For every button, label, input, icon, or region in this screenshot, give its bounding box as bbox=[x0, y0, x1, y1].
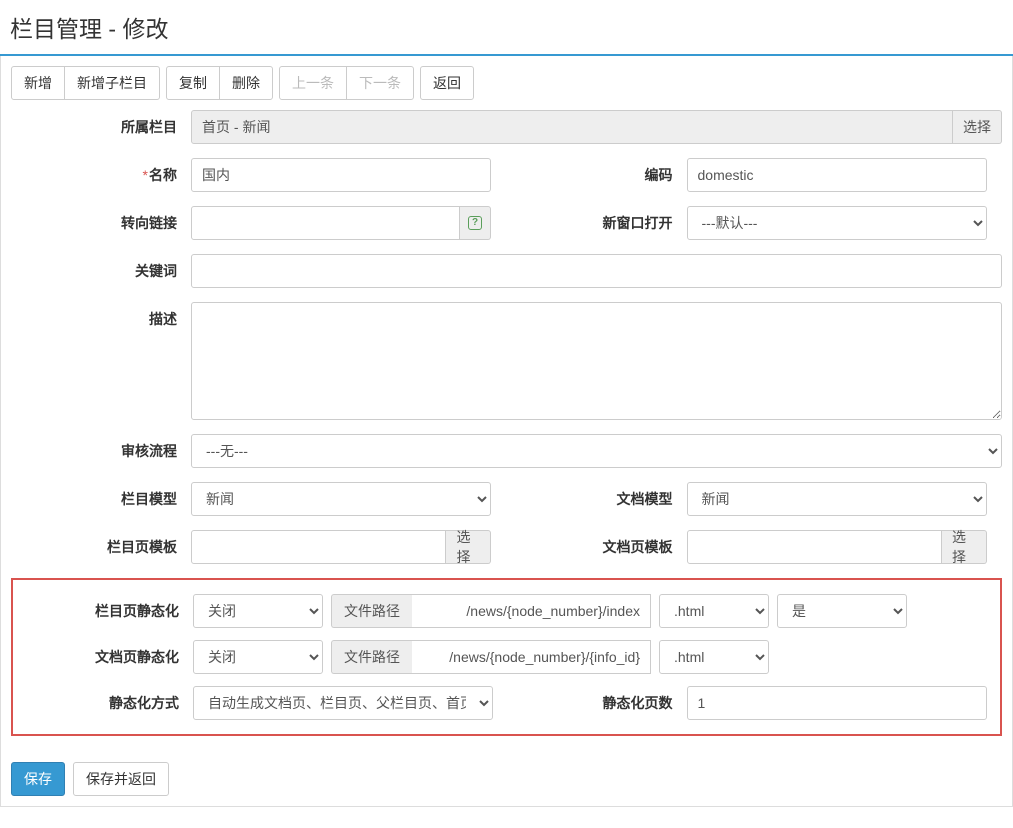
static-method-select[interactable]: 自动生成文档页、栏目页、父栏目页、首页 bbox=[193, 686, 493, 720]
file-path-label: 文件路径 bbox=[331, 594, 412, 628]
doc-static-path-input[interactable] bbox=[412, 640, 651, 674]
workflow-label: 审核流程 bbox=[11, 434, 191, 461]
description-textarea[interactable] bbox=[191, 302, 1002, 420]
code-input[interactable] bbox=[687, 158, 987, 192]
node-static-enable-select[interactable]: 关闭 bbox=[193, 594, 323, 628]
parent-value: 首页 - 新闻 bbox=[191, 110, 953, 144]
new-window-label: 新窗口打开 bbox=[507, 206, 687, 240]
page-title: 栏目管理 - 修改 bbox=[0, 0, 1013, 56]
copy-button[interactable]: 复制 bbox=[166, 66, 220, 100]
doc-static-label: 文档页静态化 bbox=[13, 640, 193, 667]
node-static-path-input[interactable] bbox=[412, 594, 651, 628]
help-icon: ? bbox=[468, 216, 482, 230]
doc-model-label: 文档模型 bbox=[507, 482, 687, 516]
add-sub-button[interactable]: 新增子栏目 bbox=[64, 66, 160, 100]
redirect-help-button[interactable]: ? bbox=[460, 206, 491, 240]
code-label: 编码 bbox=[507, 158, 687, 192]
save-back-button[interactable]: 保存并返回 bbox=[73, 762, 169, 796]
keywords-label: 关键词 bbox=[11, 254, 191, 281]
delete-button[interactable]: 删除 bbox=[219, 66, 273, 100]
parent-label: 所属栏目 bbox=[11, 110, 191, 137]
doc-static-ext-select[interactable]: .html bbox=[659, 640, 769, 674]
node-static-ext-select[interactable]: .html bbox=[659, 594, 769, 628]
node-tpl-input[interactable] bbox=[191, 530, 446, 564]
save-button[interactable]: 保存 bbox=[11, 762, 65, 796]
doc-model-select[interactable]: 新闻 bbox=[687, 482, 987, 516]
name-input[interactable] bbox=[191, 158, 491, 192]
static-settings-box: 栏目页静态化 关闭 文件路径 .html 是 bbox=[11, 578, 1002, 736]
node-static-label: 栏目页静态化 bbox=[13, 594, 193, 621]
back-button[interactable]: 返回 bbox=[420, 66, 474, 100]
description-label: 描述 bbox=[11, 302, 191, 329]
new-window-select[interactable]: ---默认--- bbox=[687, 206, 987, 240]
file-path-label-2: 文件路径 bbox=[331, 640, 412, 674]
keywords-input[interactable] bbox=[191, 254, 1002, 288]
doc-static-enable-select[interactable]: 关闭 bbox=[193, 640, 323, 674]
next-button: 下一条 bbox=[346, 66, 414, 100]
doc-tpl-label: 文档页模板 bbox=[507, 530, 687, 564]
workflow-select[interactable]: ---无--- bbox=[191, 434, 1002, 468]
node-tpl-label: 栏目页模板 bbox=[11, 530, 191, 564]
node-tpl-select-button[interactable]: 选择 bbox=[446, 530, 491, 564]
parent-select-button[interactable]: 选择 bbox=[953, 110, 1002, 144]
doc-tpl-select-button[interactable]: 选择 bbox=[942, 530, 987, 564]
toolbar: 新增 新增子栏目 复制 删除 上一条 下一条 返回 bbox=[1, 56, 1012, 110]
static-pages-input[interactable] bbox=[687, 686, 987, 720]
node-static-def-select[interactable]: 是 bbox=[777, 594, 907, 628]
node-model-select[interactable]: 新闻 bbox=[191, 482, 491, 516]
footer-buttons: 保存 保存并返回 bbox=[1, 752, 1012, 806]
static-method-label: 静态化方式 bbox=[13, 686, 193, 720]
node-model-label: 栏目模型 bbox=[11, 482, 191, 516]
static-pages-label: 静态化页数 bbox=[507, 686, 687, 720]
name-label: *名称 bbox=[11, 158, 191, 192]
doc-tpl-input[interactable] bbox=[687, 530, 942, 564]
redirect-input[interactable] bbox=[191, 206, 460, 240]
prev-button: 上一条 bbox=[279, 66, 347, 100]
add-button[interactable]: 新增 bbox=[11, 66, 65, 100]
redirect-label: 转向链接 bbox=[11, 206, 191, 240]
